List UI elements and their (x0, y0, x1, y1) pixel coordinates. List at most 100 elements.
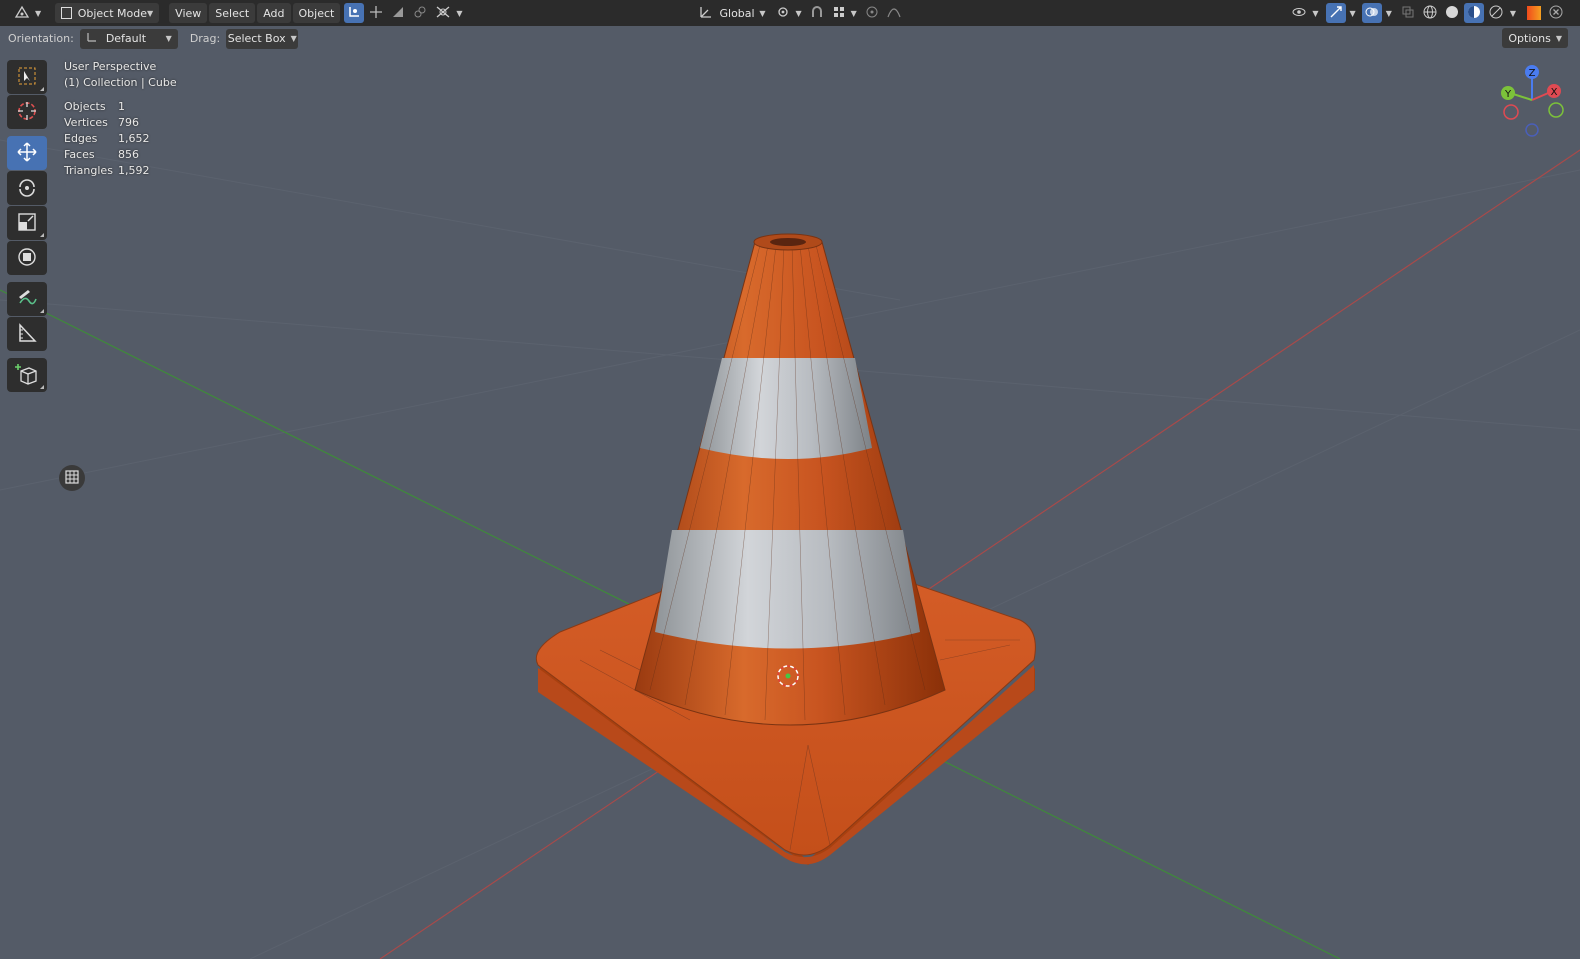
close-icon (1549, 5, 1563, 22)
overlay-dropdown[interactable]: ▼ (1384, 3, 1394, 23)
tool-add-cube[interactable] (7, 358, 47, 392)
chevron-down-icon: ▼ (456, 8, 463, 18)
stat-row: Edges 1,652 (64, 131, 177, 147)
toggle-camera-view-button[interactable] (59, 465, 85, 491)
shading-material-button[interactable] (1463, 3, 1484, 23)
pivot-point-button[interactable]: ▼ (773, 3, 804, 23)
editor-color-button[interactable] (1524, 3, 1544, 23)
tool-rotate[interactable] (7, 171, 47, 205)
overlay-icon (1365, 5, 1379, 22)
menu-add[interactable]: Add (257, 3, 291, 23)
xray-toggle-button[interactable] (1398, 3, 1418, 23)
mode-dropdown[interactable]: Object Mode ▼ (55, 3, 160, 23)
gizmo-neg-x-axis (1503, 104, 1519, 120)
stat-row: Vertices 796 (64, 115, 177, 131)
cursor-icon (16, 100, 38, 125)
chevron-down-icon: ▼ (35, 8, 42, 18)
drag-label: Drag: (189, 32, 221, 45)
stat-value: 1,652 (118, 132, 150, 145)
menu-view[interactable]: View (169, 3, 208, 23)
orientation-label: Orientation: (8, 32, 74, 45)
solid-sphere-icon (1445, 5, 1459, 22)
stat-key: Edges (64, 132, 98, 145)
options-dropdown[interactable]: Options ▼ (1502, 28, 1568, 48)
tool-annotate[interactable] (7, 282, 47, 316)
editor-type-icon (14, 5, 30, 22)
options-label: Options (1508, 31, 1551, 45)
gizmo-y-label: Y (1504, 89, 1512, 100)
mode-label: Object Mode (77, 6, 147, 20)
menu-select[interactable]: Select (209, 3, 256, 23)
shading-dropdown[interactable]: ▼ (1508, 3, 1518, 23)
proportional-edit-button[interactable] (862, 3, 882, 23)
orientation-global-icon (699, 5, 713, 22)
left-toolbar (7, 60, 48, 393)
gizmo-z-label: Z (1529, 68, 1536, 79)
falloff-curve-icon (887, 5, 901, 22)
navigation-gizmo[interactable]: Z X Y (1498, 62, 1568, 142)
viewport-info-overlay: User Perspective (1) Collection | Cube O… (64, 59, 177, 179)
tool-scale[interactable] (7, 206, 47, 240)
shading-wireframe-button[interactable] (1420, 3, 1440, 23)
orientation-default-icon (86, 31, 98, 46)
stat-row: Triangles 1,592 (64, 163, 177, 179)
scene-statistics: Objects 1 Vertices 796 Edges 1,652 Faces 856… (64, 99, 177, 179)
measure-icon (16, 322, 38, 347)
annotate-icon (16, 287, 38, 312)
gizmo-dropdown[interactable]: ▼ (1348, 3, 1358, 23)
snap-move-button[interactable] (344, 3, 365, 23)
tool-measure[interactable] (7, 317, 47, 351)
palette-icon (1527, 6, 1541, 20)
viewport-scene (0, 139, 1580, 959)
snap-rotate-button[interactable] (366, 3, 386, 23)
snap-scale-button[interactable] (388, 3, 408, 23)
gizmo-x-label: X (1551, 87, 1558, 98)
gizmo-toggle-button[interactable] (1325, 3, 1346, 23)
view-name: User Perspective (64, 60, 157, 73)
gizmo-neg-z-axis (1525, 123, 1539, 137)
editor-type-button[interactable]: ▼ (8, 3, 47, 23)
snap-target-button[interactable]: ▼ (829, 3, 860, 23)
transform-affect-button[interactable]: ▼ (432, 3, 465, 23)
link-button[interactable] (410, 3, 430, 23)
close-area-button[interactable] (1546, 3, 1566, 23)
chevron-down-icon: ▼ (1349, 8, 1356, 18)
xray-icon (1401, 5, 1415, 22)
collection-label: (1) Collection | Cube (64, 76, 177, 89)
stat-key: Faces (64, 148, 95, 161)
snap-toggle-button[interactable] (807, 3, 827, 23)
transform-orientation-dropdown[interactable]: Global ▼ (693, 3, 771, 23)
visibility-button[interactable]: ▼ (1288, 3, 1321, 23)
tool-select-box[interactable] (7, 60, 47, 94)
3d-viewport[interactable] (0, 0, 1580, 959)
shading-rendered-button[interactable] (1486, 3, 1506, 23)
rendered-sphere-icon (1489, 5, 1503, 22)
chevron-down-icon: ▼ (795, 8, 802, 18)
stat-key: Objects (64, 100, 106, 113)
falloff-button[interactable] (884, 3, 904, 23)
tool-cursor[interactable] (7, 95, 47, 129)
menu-object[interactable]: Object (292, 3, 341, 23)
orientation-value: Default (105, 32, 147, 45)
pivot-point-icon (776, 5, 790, 22)
tool-move[interactable] (7, 136, 47, 170)
drag-dropdown[interactable]: Select Box ▼ (226, 28, 299, 49)
shading-solid-button[interactable] (1442, 3, 1462, 23)
stat-row: Objects 1 (64, 99, 177, 115)
tool-transform[interactable] (7, 241, 47, 275)
stat-value: 856 (118, 148, 139, 161)
orientation-dropdown[interactable]: Default ▼ (79, 28, 178, 49)
proportional-icon (391, 5, 405, 22)
stat-value: 1,592 (118, 164, 150, 177)
viewport-header: ▼ Object Mode ▼ View Select Add Object ▼… (0, 0, 1580, 26)
stat-key: Vertices (64, 116, 108, 129)
overlay-toggle-button[interactable] (1361, 3, 1382, 23)
chevron-down-icon: ▼ (1509, 8, 1516, 18)
chevron-down-icon: ▼ (147, 8, 154, 18)
snap-grid-icon (832, 5, 846, 22)
orientation-label: Global (719, 6, 755, 20)
transform-icon (16, 246, 38, 271)
magnet-icon (810, 5, 824, 22)
x-axis-line (379, 149, 1580, 959)
select-box-icon (17, 66, 37, 89)
